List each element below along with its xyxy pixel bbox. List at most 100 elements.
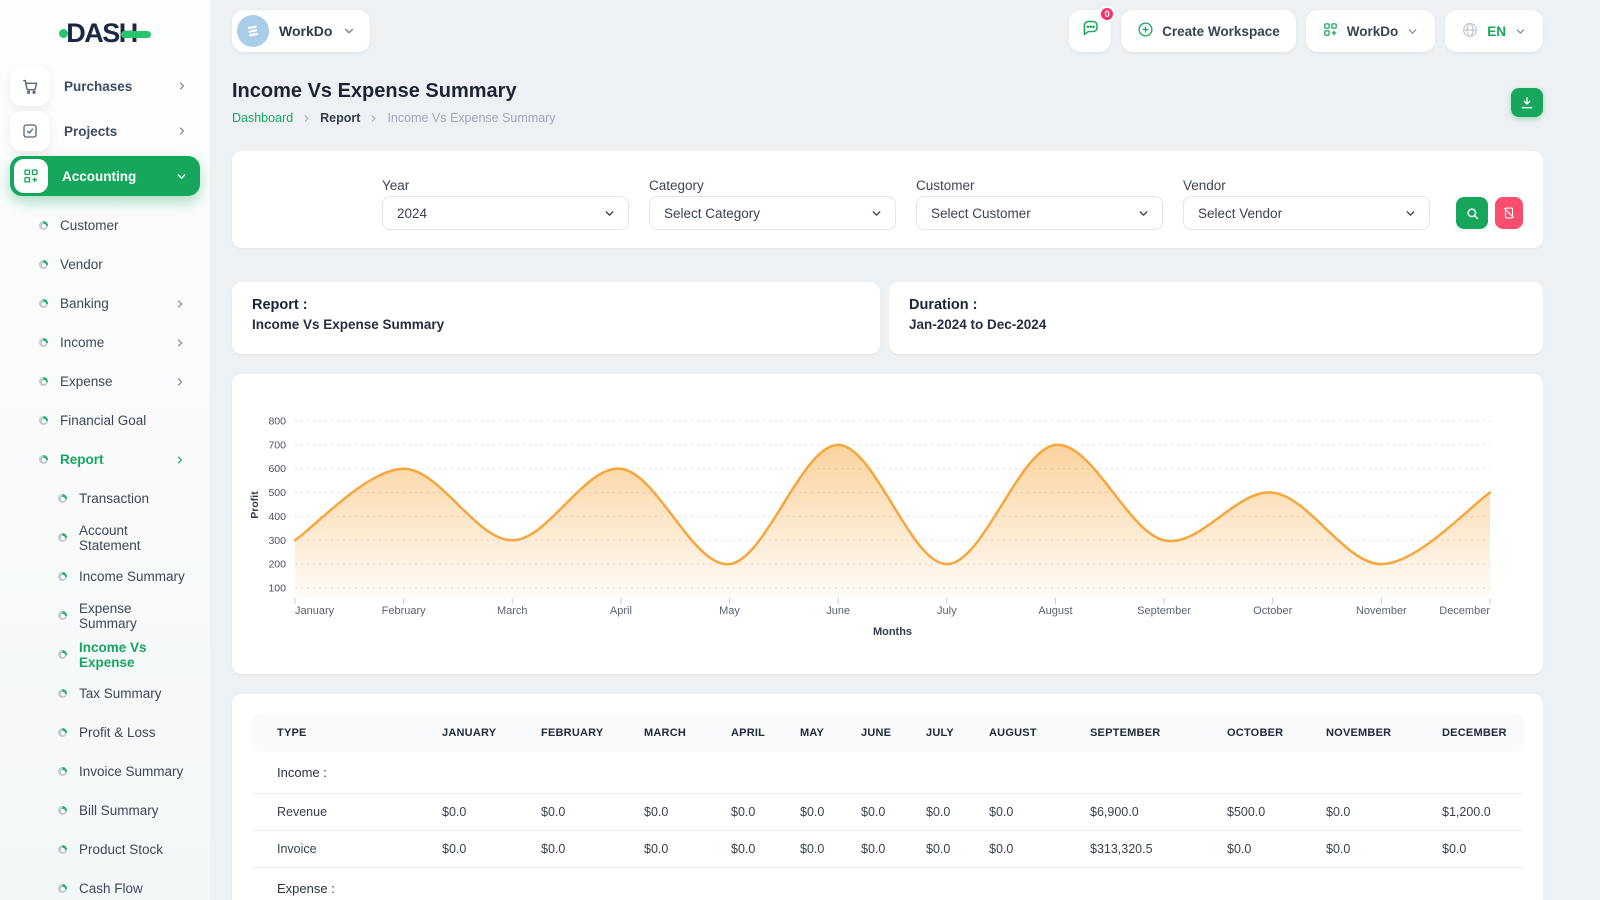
row-type: Invoice bbox=[252, 831, 442, 868]
sidebar-item-cash-flow[interactable]: Cash Flow bbox=[10, 869, 200, 900]
breadcrumb-dashboard[interactable]: Dashboard bbox=[232, 111, 293, 125]
page-header: Income Vs Expense Summary Dashboard Repo… bbox=[232, 78, 1543, 125]
chevron-right-icon bbox=[176, 125, 188, 137]
chevron-right-icon bbox=[174, 298, 186, 310]
sidebar-item-financial-goal[interactable]: Financial Goal bbox=[10, 401, 200, 440]
language-code: EN bbox=[1487, 24, 1506, 39]
filter-vendor-select[interactable]: Select Vendor bbox=[1183, 196, 1430, 230]
filter-customer-select[interactable]: Select Customer bbox=[916, 196, 1163, 230]
sidebar-item-profit-loss[interactable]: Profit & Loss bbox=[10, 713, 200, 752]
sidebar-item-invoice-summary[interactable]: Invoice Summary bbox=[10, 752, 200, 791]
sidebar-item-accounting[interactable]: Accounting bbox=[10, 156, 200, 196]
y-tick-label: 800 bbox=[268, 416, 286, 428]
download-button[interactable] bbox=[1511, 88, 1543, 117]
cell-value: $0.0 bbox=[442, 831, 541, 868]
chevron-down-icon bbox=[1514, 25, 1527, 38]
sidebar-item-product-stock[interactable]: Product Stock bbox=[10, 830, 200, 869]
sidebar-item-income-summary[interactable]: Income Summary bbox=[10, 557, 200, 596]
filter-group-category: CategorySelect Category bbox=[649, 178, 896, 230]
language-selector[interactable]: EN bbox=[1445, 10, 1543, 52]
bullet-icon bbox=[58, 806, 67, 815]
sidebar-item-purchases[interactable]: Purchases bbox=[10, 66, 200, 106]
table-row: Invoice$0.0$0.0$0.0$0.0$0.0$0.0$0.0$0.0$… bbox=[252, 831, 1523, 868]
sidebar-item-income[interactable]: Income bbox=[10, 323, 200, 362]
sidebar-item-expense[interactable]: Expense bbox=[10, 362, 200, 401]
bullet-icon bbox=[58, 689, 67, 698]
sidebar-item-transaction[interactable]: Transaction bbox=[10, 479, 200, 518]
filter-year-select[interactable]: 2024 bbox=[382, 196, 629, 230]
sidebar-item-bill-summary[interactable]: Bill Summary bbox=[10, 791, 200, 830]
cell-value: $0.0 bbox=[1326, 794, 1442, 831]
sidebar-item-projects[interactable]: Projects bbox=[10, 111, 200, 151]
bullet-icon bbox=[58, 884, 67, 893]
globe-icon bbox=[1461, 21, 1479, 42]
sidebar-item-label: Profit & Loss bbox=[79, 725, 186, 740]
column-header: JANUARY bbox=[442, 714, 541, 752]
sidebar-item-label: Projects bbox=[64, 124, 176, 139]
column-header: APRIL bbox=[731, 714, 800, 752]
cell-value: $0.0 bbox=[644, 831, 731, 868]
filter-vendor-value: Select Vendor bbox=[1198, 206, 1282, 221]
workspace-avatar bbox=[237, 15, 269, 47]
y-tick-label: 600 bbox=[268, 463, 286, 475]
cell-value: $0.0 bbox=[644, 794, 731, 831]
brand-logo[interactable]: DASH bbox=[0, 12, 210, 54]
messages-button[interactable]: 0 bbox=[1069, 10, 1111, 52]
sidebar-item-expense-summary[interactable]: Expense Summary bbox=[10, 596, 200, 635]
cell-value: $0.0 bbox=[989, 831, 1090, 868]
breadcrumb-report[interactable]: Report bbox=[320, 111, 360, 125]
create-workspace-button[interactable]: Create Workspace bbox=[1121, 10, 1296, 52]
bullet-icon bbox=[58, 845, 67, 854]
sidebar-item-tax-summary[interactable]: Tax Summary bbox=[10, 674, 200, 713]
chevron-down-icon bbox=[1137, 207, 1150, 220]
bullet-icon bbox=[58, 494, 67, 503]
section-title: Income : bbox=[252, 752, 1523, 794]
column-header: MARCH bbox=[644, 714, 731, 752]
chat-bubble-icon bbox=[1080, 18, 1101, 44]
sidebar-item-label: Financial Goal bbox=[60, 413, 186, 428]
bullet-icon bbox=[39, 416, 48, 425]
x-tick-label: December bbox=[1439, 605, 1490, 617]
workspace-switcher[interactable]: WorkDo bbox=[232, 10, 370, 52]
filter-panel: Year2024CategorySelect CategoryCustomerS… bbox=[232, 151, 1543, 248]
sidebar-item-vendor[interactable]: Vendor bbox=[10, 245, 200, 284]
chevron-right-icon bbox=[368, 113, 379, 124]
sidebar-item-account-statement[interactable]: Account Statement bbox=[10, 518, 200, 557]
table-section-row: Expense : bbox=[252, 868, 1523, 900]
sidebar-item-report[interactable]: Report bbox=[10, 440, 200, 479]
x-tick-label: August bbox=[1038, 605, 1072, 617]
y-tick-label: 300 bbox=[268, 535, 286, 547]
sidebar-item-customer[interactable]: Customer bbox=[10, 206, 200, 245]
apply-filter-button[interactable] bbox=[1456, 197, 1488, 229]
sidebar-item-label: Customer bbox=[60, 218, 186, 233]
cell-value: $0.0 bbox=[1442, 831, 1523, 868]
sidebar-item-label: Account Statement bbox=[79, 523, 186, 553]
table-row: Revenue$0.0$0.0$0.0$0.0$0.0$0.0$0.0$0.0$… bbox=[252, 794, 1523, 831]
bullet-icon bbox=[58, 728, 67, 737]
bullet-icon bbox=[39, 260, 48, 269]
bullet-icon bbox=[58, 767, 67, 776]
bullet-icon bbox=[39, 221, 48, 230]
topbar: WorkDo 0 Create Workspace bbox=[232, 8, 1543, 54]
bullet-icon bbox=[58, 572, 67, 581]
cell-value: $0.0 bbox=[1326, 831, 1442, 868]
chevron-down-icon bbox=[603, 207, 616, 220]
reset-filter-button[interactable] bbox=[1495, 197, 1523, 229]
column-header: JUNE bbox=[861, 714, 926, 752]
cell-value: $0.0 bbox=[731, 794, 800, 831]
sidebar-item-income-vs-expense[interactable]: Income Vs Expense bbox=[10, 635, 200, 674]
chevron-right-icon bbox=[301, 113, 312, 124]
x-tick-label: June bbox=[826, 605, 850, 617]
workdo-menu-button[interactable]: WorkDo bbox=[1306, 10, 1436, 52]
breadcrumb-current: Income Vs Expense Summary bbox=[387, 111, 555, 125]
sidebar-item-label: Report bbox=[60, 452, 174, 467]
y-tick-label: 500 bbox=[268, 487, 286, 499]
filter-category-select[interactable]: Select Category bbox=[649, 196, 896, 230]
sidebar-item-banking[interactable]: Banking bbox=[10, 284, 200, 323]
sidebar-item-label: Income Vs Expense bbox=[79, 640, 186, 670]
y-tick-label: 100 bbox=[268, 583, 286, 595]
column-header: SEPTEMBER bbox=[1090, 714, 1227, 752]
x-tick-label: October bbox=[1253, 605, 1292, 617]
grid-plus-icon bbox=[1322, 21, 1339, 41]
bullet-icon bbox=[39, 338, 48, 347]
